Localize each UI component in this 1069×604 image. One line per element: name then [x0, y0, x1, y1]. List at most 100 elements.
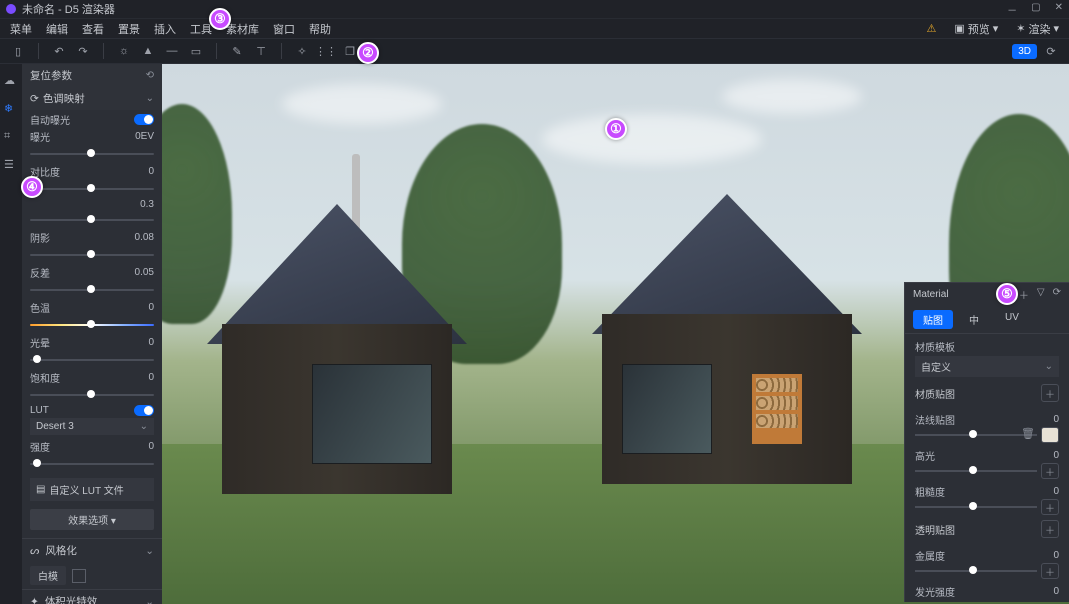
menu-assets[interactable]: 素材库 — [226, 21, 259, 37]
aomap-add[interactable]: ＋ — [1041, 520, 1059, 538]
lut-select[interactable]: Desert 3 ⌄ — [30, 418, 154, 435]
orbit-icon[interactable]: ⟳ — [1043, 43, 1059, 59]
refresh-icon: ⟳ — [30, 93, 39, 105]
shadow-slider[interactable] — [30, 247, 154, 261]
tint-slider[interactable] — [30, 352, 154, 366]
highlight-add[interactable]: ＋ — [1041, 463, 1059, 479]
template-select[interactable]: 自定义 ⌄ — [915, 356, 1059, 377]
material-panel: Material ＋ ▽ ⟳ 贴图 中 UV 材质模板 自定义 ⌄ 材质贴图 ＋… — [904, 282, 1069, 602]
contrast-slider[interactable] — [30, 181, 154, 195]
win-minimize[interactable]: － — [1007, 2, 1017, 17]
menu-window[interactable]: 窗口 — [273, 21, 295, 37]
menu-insert[interactable]: 插入 — [154, 21, 176, 37]
flask-icon[interactable]: ▲ — [140, 43, 156, 59]
tone-mapping-header[interactable]: ⟳ 色调映射 ⌄ — [22, 87, 162, 110]
menu-file[interactable]: 菜单 — [10, 21, 32, 37]
annotation-1: ① — [605, 118, 627, 140]
undo-icon[interactable]: ↶ — [51, 43, 67, 59]
sparkle-icon: ✦ — [30, 596, 39, 604]
toolbar: ▯ ↶ ↷ ☼ ▲ ― ▭ ✎ ⊤ ✧ ⋮⋮ ❐ 3D ⟳ — [0, 38, 1069, 64]
rough-slider[interactable]: ＋ — [915, 499, 1059, 513]
roller-icon[interactable]: ⊤ — [253, 43, 269, 59]
render-dropdown[interactable]: ✶ 渲染 ▾ — [1016, 21, 1059, 37]
sun-icon[interactable]: ☼ — [116, 43, 132, 59]
exposure-slider[interactable] — [30, 146, 154, 160]
normal-swatch[interactable] — [1041, 427, 1059, 443]
metallic-add[interactable]: ＋ — [1041, 563, 1059, 579]
reflection-slider[interactable] — [30, 282, 154, 296]
layers-icon[interactable]: ❐ — [342, 43, 358, 59]
menu-tools[interactable]: 工具 — [190, 21, 212, 37]
chevron-down-icon: ▾ — [993, 22, 999, 35]
filter-icon[interactable]: ▽ — [1037, 287, 1045, 302]
chevron-down-icon: ⌄ — [146, 93, 154, 104]
lut-toggle[interactable] — [134, 405, 154, 416]
tab-texture[interactable]: 贴图 — [913, 310, 953, 329]
reset-params-row[interactable]: 复位参数 ⟲ — [22, 64, 162, 87]
tab-uv[interactable]: UV — [995, 310, 1029, 329]
material-panel-title: Material — [913, 289, 949, 300]
rough-add[interactable]: ＋ — [1041, 499, 1059, 515]
menu-help[interactable]: 帮助 — [309, 21, 331, 37]
stylize-header[interactable]: ᔕ 风格化 ⌄ — [22, 538, 162, 562]
saturation-slider[interactable] — [30, 387, 154, 401]
chevron-down-icon: ⌄ — [145, 545, 154, 557]
file-icon: ▤ — [36, 484, 45, 495]
app-logo — [6, 4, 16, 14]
metallic-slider[interactable]: ＋ — [915, 563, 1059, 577]
lutstrength-slider[interactable] — [30, 456, 154, 470]
preview-icon: ▣ — [954, 22, 964, 35]
annotation-4: ④ — [21, 176, 43, 198]
reset-icon[interactable]: ⟲ — [146, 70, 154, 81]
chevron-down-icon: ▾ — [1053, 22, 1059, 35]
titlebar: 未命名 - D5 渲染器 － ▢ ✕ — [0, 0, 1069, 18]
frame-icon[interactable]: ▭ — [188, 43, 204, 59]
view-3d-badge[interactable]: 3D — [1012, 44, 1037, 59]
layout-icon[interactable]: ▯ — [10, 43, 26, 59]
highlight-slider[interactable]: ＋ — [915, 463, 1059, 477]
style-icon: ᔕ — [30, 545, 39, 557]
list-icon[interactable]: ☰ — [4, 158, 18, 172]
atoms-icon[interactable]: ❄ — [4, 102, 18, 116]
left-dock: ☁ ❄ ⌗ ☰ — [0, 64, 22, 604]
brush-icon[interactable]: ✎ — [229, 43, 245, 59]
app-title: 未命名 - D5 渲染器 — [22, 1, 115, 17]
network-icon[interactable]: ✧ — [294, 43, 310, 59]
white-balance-button[interactable]: 白模 — [30, 566, 66, 585]
add-icon[interactable]: ＋ — [1019, 287, 1029, 302]
template-label: 材质模板 — [915, 339, 955, 354]
annotation-5: ⑤ — [996, 283, 1018, 305]
menu-edit[interactable]: 编辑 — [46, 21, 68, 37]
sliders-icon[interactable]: ⋮⋮ — [318, 43, 334, 59]
win-maximize[interactable]: ▢ — [1031, 2, 1040, 17]
effects-panel: 复位参数 ⟲ ⟳ 色调映射 ⌄ 自动曝光 曝光0EV 对比度0 0.3 阴影0.… — [22, 64, 162, 604]
lut-label: LUT — [30, 405, 49, 416]
white-slider[interactable] — [30, 212, 154, 226]
volumetric-header[interactable]: ✦ 体积光特效 ⌄ — [22, 589, 162, 604]
basemap-add[interactable]: ＋ — [1041, 384, 1059, 402]
menu-scene[interactable]: 置景 — [118, 21, 140, 37]
gear-icon: ✶ — [1016, 22, 1025, 35]
trash-icon[interactable]: 🗑 — [1021, 427, 1035, 440]
auto-exposure-toggle[interactable] — [134, 114, 154, 125]
cloud-icon[interactable]: ☁ — [4, 74, 18, 88]
post-options-button[interactable]: 效果选项 ▾ — [30, 509, 154, 530]
chevron-down-icon: ⌄ — [145, 596, 154, 604]
auto-exposure-label: 自动曝光 — [30, 112, 70, 127]
win-close[interactable]: ✕ — [1055, 2, 1063, 17]
refresh-icon[interactable]: ⟳ — [1053, 287, 1061, 302]
balance-box[interactable] — [72, 569, 86, 583]
normal-slider[interactable]: 🗑 — [915, 427, 1059, 441]
annotation-2: ② — [357, 42, 379, 64]
line-icon[interactable]: ― — [164, 43, 180, 59]
camera-icon[interactable]: ⌗ — [4, 130, 18, 144]
warning-icon[interactable]: ⚠ — [926, 22, 936, 35]
colortemp-slider[interactable] — [30, 317, 154, 331]
chevron-down-icon: ⌄ — [140, 421, 148, 432]
tab-mid[interactable]: 中 — [959, 310, 989, 329]
lut-file-button[interactable]: ▤ 自定义 LUT 文件 — [30, 478, 154, 501]
preview-dropdown[interactable]: ▣ 预览 ▾ — [954, 21, 998, 37]
redo-icon[interactable]: ↷ — [75, 43, 91, 59]
chevron-down-icon: ⌄ — [1045, 361, 1053, 372]
menu-view[interactable]: 查看 — [82, 21, 104, 37]
